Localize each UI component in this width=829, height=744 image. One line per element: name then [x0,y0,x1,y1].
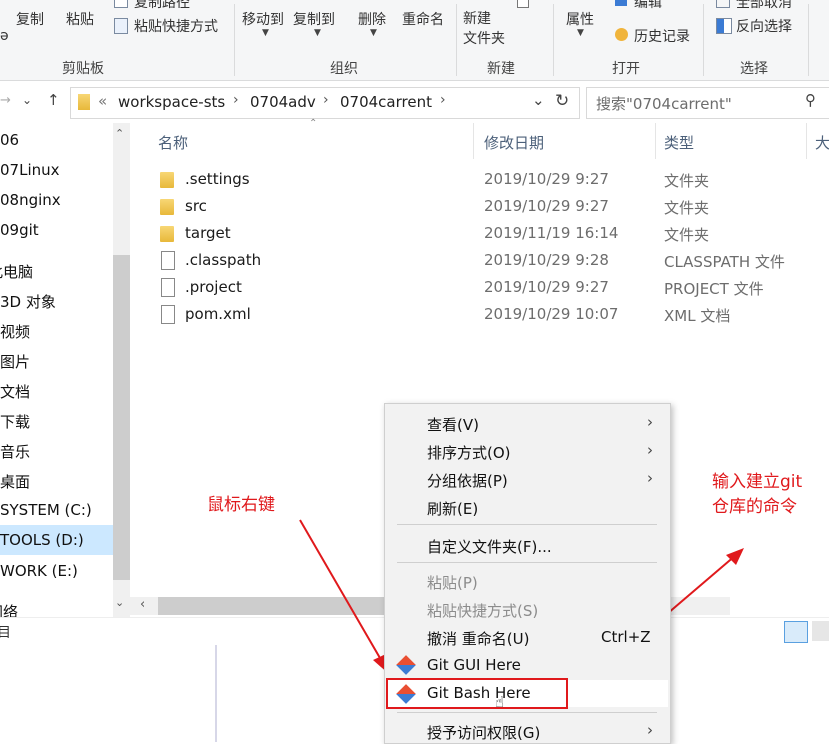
git-bash-highlight-box [386,678,568,709]
chevron-right-icon: › [647,721,653,739]
menu-separator [397,562,657,563]
chevron-right-icon: › [647,441,653,459]
git-gui-icon [396,655,416,675]
menu-item-sort[interactable]: 排序方式(O) [427,442,511,463]
menu-item-refresh[interactable]: 刷新(E) [427,498,478,519]
chevron-right-icon: › [647,413,653,431]
undo-shortcut: Ctrl+Z [601,628,651,646]
menu-item-paste[interactable]: 粘贴(P) [427,572,478,593]
menu-item-git-gui[interactable]: Git GUI Here [427,656,521,674]
menu-item-paste-shortcut[interactable]: 粘贴快捷方式(S) [427,600,538,621]
chevron-right-icon: › [647,469,653,487]
menu-separator [397,712,657,713]
menu-item-grant-access[interactable]: 授予访问权限(G) [427,722,540,743]
menu-item-view[interactable]: 查看(V) [427,414,479,435]
menu-item-customize-folder[interactable]: 自定义文件夹(F)... [427,536,552,557]
menu-item-undo-rename[interactable]: 撤消 重命名(U) [427,628,529,649]
menu-separator [397,524,657,525]
menu-item-group-by[interactable]: 分组依据(P) [427,470,508,491]
annotation-arrow-line [299,519,385,666]
